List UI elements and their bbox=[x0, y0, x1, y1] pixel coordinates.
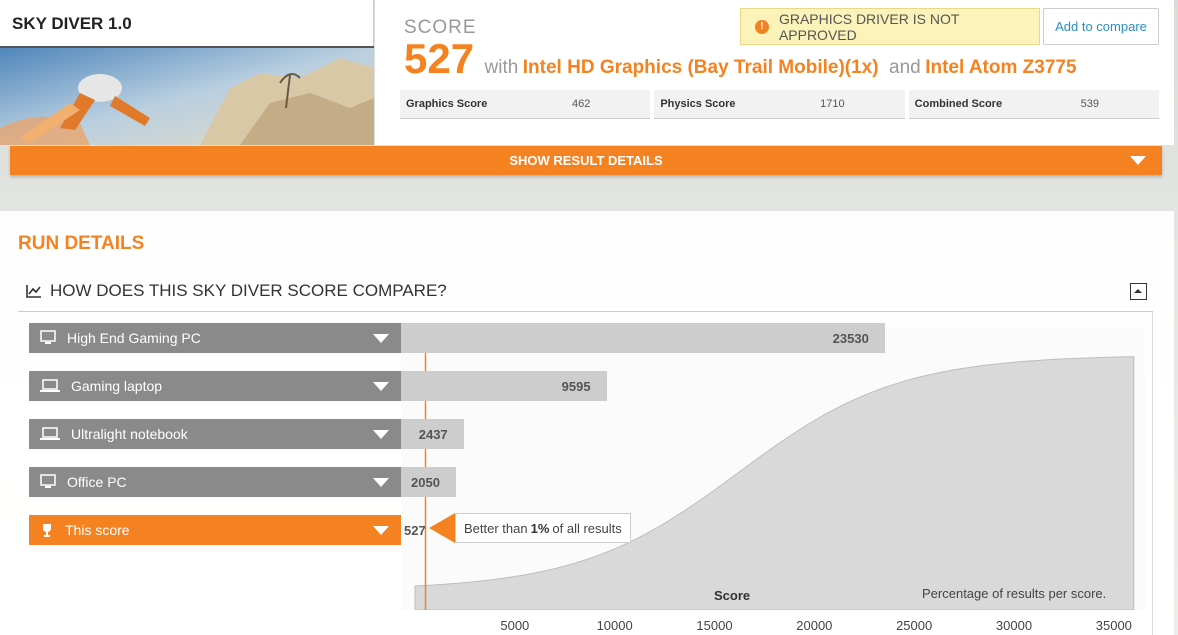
physics-score-value: 1710 bbox=[820, 98, 845, 110]
score-and-text: and bbox=[889, 57, 921, 78]
subscores: Graphics Score 462 Physics Score 1710 Co… bbox=[400, 90, 1159, 119]
score-summary: SCORE 527 with Intel HD Graphics (Bay Tr… bbox=[375, 0, 1174, 145]
show-result-details-label: SHOW RESULT DETAILS bbox=[509, 153, 663, 168]
gpu-link[interactable]: Intel HD Graphics (Bay Trail Mobile)(1x) bbox=[523, 57, 879, 78]
line-chart-icon bbox=[26, 285, 41, 298]
laptop-icon bbox=[39, 379, 61, 393]
percentile-callout: Better than 1% of all results bbox=[455, 513, 631, 543]
callout-prefix: Better than bbox=[464, 520, 528, 536]
desktop-icon bbox=[39, 330, 57, 346]
comparison-bar: 527 bbox=[404, 522, 426, 538]
callout-suffix: of all results bbox=[552, 520, 622, 536]
chevron-down-icon[interactable] bbox=[373, 334, 389, 343]
x-tick-label: 35000 bbox=[1095, 618, 1132, 633]
hero-image bbox=[0, 48, 374, 145]
add-to-compare-button[interactable]: Add to compare bbox=[1043, 8, 1159, 45]
comparison-bar: 9595 bbox=[401, 371, 607, 401]
compare-heading: HOW DOES THIS SKY DIVER SCORE COMPARE? bbox=[26, 281, 447, 301]
x-tick-label: 20000 bbox=[796, 618, 833, 633]
desktop-icon bbox=[39, 474, 57, 490]
comparison-label: Gaming laptop bbox=[71, 378, 163, 394]
test-header: SKY DIVER 1.0 bbox=[0, 0, 374, 145]
combined-score-value: 539 bbox=[1080, 98, 1099, 110]
comparison-label: Ultralight notebook bbox=[71, 426, 188, 442]
chart-note: Percentage of results per score. bbox=[922, 586, 1107, 601]
test-title: SKY DIVER 1.0 bbox=[12, 14, 132, 33]
comparison-label: High End Gaming PC bbox=[67, 330, 201, 346]
chevron-down-icon[interactable] bbox=[373, 382, 389, 391]
x-tick-label: 15000 bbox=[696, 618, 733, 633]
comparison-bar: 23530 bbox=[401, 323, 885, 353]
comparison-row-high-end-gaming-pc[interactable]: High End Gaming PC bbox=[29, 323, 401, 353]
warning-icon: ! bbox=[755, 19, 769, 34]
driver-warning-text: GRAPHICS DRIVER IS NOT APPROVED bbox=[778, 10, 960, 43]
comparison-bar: 2050 bbox=[401, 467, 456, 497]
comparison-row-this-score[interactable]: This score bbox=[29, 515, 401, 545]
comparison-row-office-pc[interactable]: Office PC bbox=[29, 467, 401, 497]
comparison-row-gaming-laptop[interactable]: Gaming laptop bbox=[29, 371, 401, 401]
laptop-icon bbox=[39, 427, 61, 441]
collapse-section-button[interactable] bbox=[1130, 283, 1147, 300]
chevron-up-icon bbox=[1134, 289, 1142, 293]
driver-warning-badge: ! GRAPHICS DRIVER IS NOT APPROVED bbox=[740, 8, 1040, 45]
score-with-text: with bbox=[484, 57, 519, 78]
x-tick-label: 30000 bbox=[995, 618, 1033, 633]
callout-percent: 1% bbox=[530, 520, 550, 536]
x-tick-label: 5000 bbox=[500, 618, 530, 633]
chevron-down-icon[interactable] bbox=[373, 478, 389, 487]
comparison-label: This score bbox=[65, 522, 130, 538]
overall-score: 527 bbox=[404, 35, 475, 82]
combined-score-label: Combined Score bbox=[914, 98, 1003, 110]
section-divider bbox=[18, 311, 1153, 312]
comparison-bar: 2437 bbox=[401, 419, 464, 449]
cpu-link[interactable]: Intel Atom Z3775 bbox=[925, 57, 1076, 78]
physics-score-label: Physics Score bbox=[660, 98, 736, 110]
comparison-label: Office PC bbox=[67, 474, 127, 490]
combined-score-cell: Combined Score 539 bbox=[908, 90, 1159, 119]
graphics-score-label: Graphics Score bbox=[406, 98, 488, 110]
show-result-details-button[interactable]: SHOW RESULT DETAILS bbox=[10, 146, 1162, 175]
physics-score-cell: Physics Score 1710 bbox=[654, 90, 905, 119]
run-details-title: RUN DETAILS bbox=[18, 233, 145, 254]
compare-heading-text: HOW DOES THIS SKY DIVER SCORE COMPARE? bbox=[50, 281, 447, 300]
section-right-border bbox=[1152, 312, 1153, 635]
callout-arrow bbox=[429, 513, 455, 543]
chevron-down-icon bbox=[1130, 156, 1146, 165]
x-axis-title: Score bbox=[714, 588, 751, 603]
comparison-row-ultralight-notebook[interactable]: Ultralight notebook bbox=[29, 419, 401, 449]
x-tick-label: 10000 bbox=[596, 618, 633, 633]
chevron-down-icon[interactable] bbox=[373, 430, 389, 439]
graphics-score-cell: Graphics Score 462 bbox=[400, 90, 651, 119]
run-details-panel: RUN DETAILS HOW DOES THIS SKY DIVER SCOR… bbox=[0, 211, 1174, 635]
trophy-icon bbox=[39, 522, 55, 538]
graphics-score-value: 462 bbox=[571, 98, 591, 110]
x-tick-label: 25000 bbox=[896, 618, 933, 633]
chevron-down-icon[interactable] bbox=[373, 526, 389, 535]
